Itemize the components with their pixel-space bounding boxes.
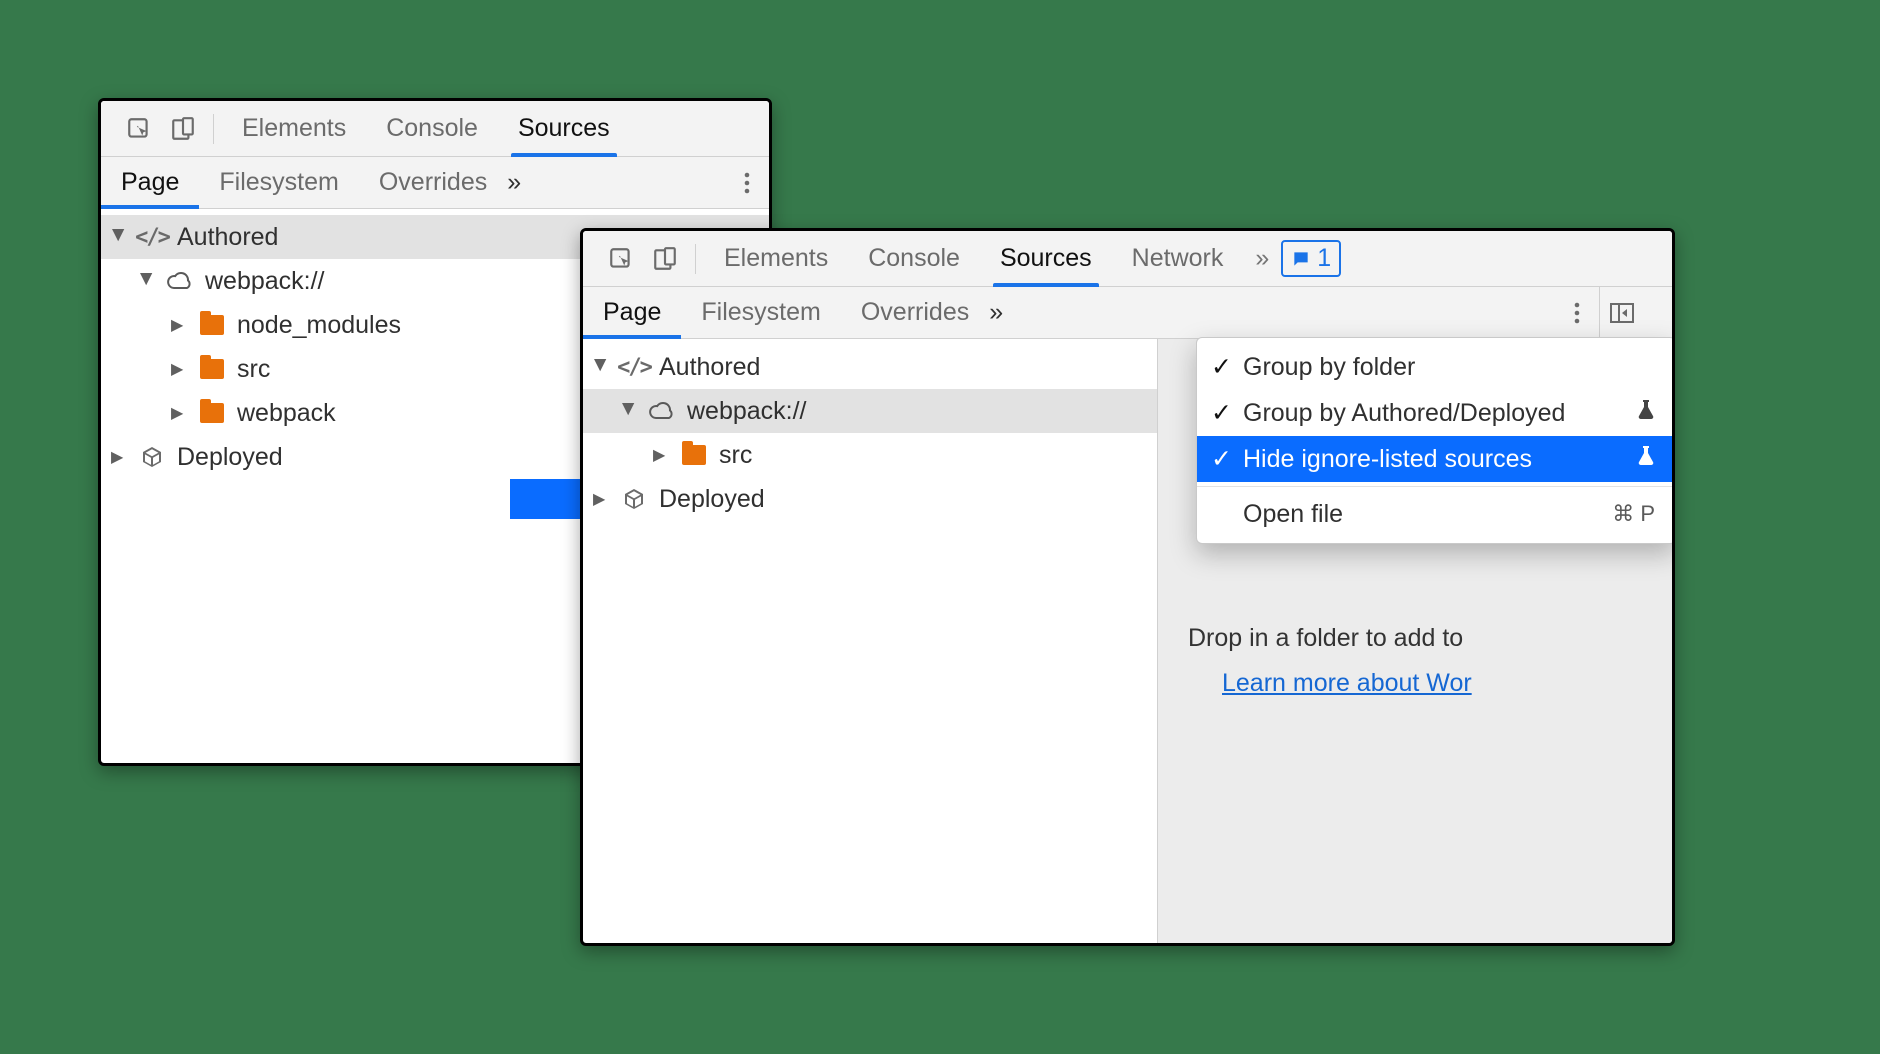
- folder-icon: [197, 315, 227, 335]
- device-toggle-icon[interactable]: [643, 246, 687, 272]
- subtab-overrides[interactable]: Overrides: [359, 157, 507, 208]
- tree-label: webpack://: [205, 267, 325, 296]
- disclosure-triangle-icon[interactable]: ▶: [109, 229, 129, 245]
- menu-label: Open file: [1243, 500, 1343, 529]
- disclosure-triangle-icon[interactable]: ▶: [619, 403, 639, 419]
- check-icon: ✓: [1211, 352, 1231, 382]
- navigator-context-menu: ✓ Group by folder ✓ Group by Authored/De…: [1196, 337, 1675, 544]
- subtab-page[interactable]: Page: [101, 157, 199, 208]
- tree-label: src: [719, 441, 752, 470]
- keyboard-shortcut: ⌘ P: [1612, 501, 1655, 527]
- workspace-hint-text: Drop in a folder to add to: [1188, 624, 1463, 653]
- device-toggle-icon[interactable]: [161, 116, 205, 142]
- collapse-panel-icon[interactable]: [1600, 287, 1644, 338]
- devtools-window-after: Elements Console Sources Network » 1 Pag…: [580, 228, 1675, 946]
- menu-label: Group by folder: [1243, 353, 1415, 382]
- tab-network[interactable]: Network: [1112, 231, 1244, 286]
- tree-label: Deployed: [177, 443, 283, 472]
- issues-icon: [1291, 249, 1311, 269]
- menu-item-group-by-authored[interactable]: ✓ Group by Authored/Deployed: [1197, 390, 1675, 436]
- cube-icon: [619, 487, 649, 511]
- flask-icon: [1637, 446, 1655, 472]
- tab-console[interactable]: Console: [366, 101, 498, 156]
- folder-icon: [197, 359, 227, 379]
- tree-item-webpack[interactable]: ▶ webpack://: [583, 389, 1157, 433]
- tree-label: Deployed: [659, 485, 765, 514]
- tab-console[interactable]: Console: [848, 231, 980, 286]
- tree-label: Authored: [177, 223, 278, 252]
- toolbar-divider: [695, 244, 696, 274]
- sources-subtab-bar: Page Filesystem Overrides »: [583, 287, 1672, 339]
- disclosure-triangle-icon[interactable]: ▶: [653, 445, 669, 465]
- main-toolbar: Elements Console Sources Network » 1: [583, 231, 1672, 287]
- disclosure-triangle-icon[interactable]: ▶: [591, 359, 611, 375]
- tab-sources[interactable]: Sources: [498, 101, 630, 156]
- menu-item-open-file[interactable]: Open file ⌘ P: [1197, 491, 1675, 537]
- tab-elements[interactable]: Elements: [222, 101, 366, 156]
- check-icon: ✓: [1211, 398, 1231, 428]
- subtab-page[interactable]: Page: [583, 287, 681, 338]
- disclosure-triangle-icon[interactable]: ▶: [171, 403, 187, 423]
- code-icon: </>: [137, 225, 167, 250]
- kebab-menu-button[interactable]: [1555, 287, 1599, 338]
- tree-label: node_modules: [237, 311, 401, 340]
- tab-sources[interactable]: Sources: [980, 231, 1112, 286]
- cloud-icon: [165, 271, 195, 291]
- tab-elements[interactable]: Elements: [704, 231, 848, 286]
- sources-subtab-bar: Page Filesystem Overrides »: [101, 157, 769, 209]
- disclosure-triangle-icon[interactable]: ▶: [111, 447, 127, 467]
- inspect-icon[interactable]: [117, 116, 161, 142]
- folder-icon: [679, 445, 709, 465]
- issues-badge[interactable]: 1: [1281, 240, 1341, 277]
- tree-item-deployed[interactable]: ▶ Deployed: [583, 477, 1157, 521]
- navigator-tree: ▶ </> Authored ▶ webpack:// ▶ src ▶: [583, 339, 1158, 943]
- menu-separator: [1197, 486, 1675, 487]
- tree-item-src[interactable]: ▶ src: [583, 433, 1157, 477]
- menu-label: Group by Authored/Deployed: [1243, 399, 1565, 428]
- main-toolbar: Elements Console Sources: [101, 101, 769, 157]
- inspect-icon[interactable]: [599, 246, 643, 272]
- disclosure-triangle-icon[interactable]: ▶: [171, 359, 187, 379]
- disclosure-triangle-icon[interactable]: ▶: [137, 273, 157, 289]
- issues-count: 1: [1317, 244, 1331, 273]
- subtab-overrides[interactable]: Overrides: [841, 287, 989, 338]
- disclosure-triangle-icon[interactable]: ▶: [593, 489, 609, 509]
- code-icon: </>: [619, 355, 649, 380]
- cloud-icon: [647, 401, 677, 421]
- tree-item-authored[interactable]: ▶ </> Authored: [583, 345, 1157, 389]
- workspace-learn-more-link[interactable]: Learn more about Wor: [1222, 669, 1472, 698]
- subtab-filesystem[interactable]: Filesystem: [681, 287, 840, 338]
- check-icon: ✓: [1211, 444, 1231, 474]
- cube-icon: [137, 445, 167, 469]
- tree-label: Authored: [659, 353, 760, 382]
- flask-icon: [1637, 400, 1655, 426]
- tree-label: webpack://: [687, 397, 807, 426]
- tree-label: src: [237, 355, 270, 384]
- menu-item-hide-ignore-listed[interactable]: ✓ Hide ignore-listed sources: [1197, 436, 1675, 482]
- chevron-right-icon[interactable]: »: [1243, 244, 1281, 273]
- tree-label: webpack: [237, 399, 336, 428]
- toolbar-divider: [213, 114, 214, 144]
- menu-item-group-by-folder[interactable]: ✓ Group by folder: [1197, 344, 1675, 390]
- chevron-right-icon[interactable]: »: [507, 168, 521, 197]
- disclosure-triangle-icon[interactable]: ▶: [171, 315, 187, 335]
- folder-icon: [197, 403, 227, 423]
- chevron-right-icon[interactable]: »: [989, 298, 1003, 327]
- kebab-menu-button[interactable]: [725, 157, 769, 208]
- menu-label: Hide ignore-listed sources: [1243, 445, 1532, 474]
- subtab-filesystem[interactable]: Filesystem: [199, 157, 358, 208]
